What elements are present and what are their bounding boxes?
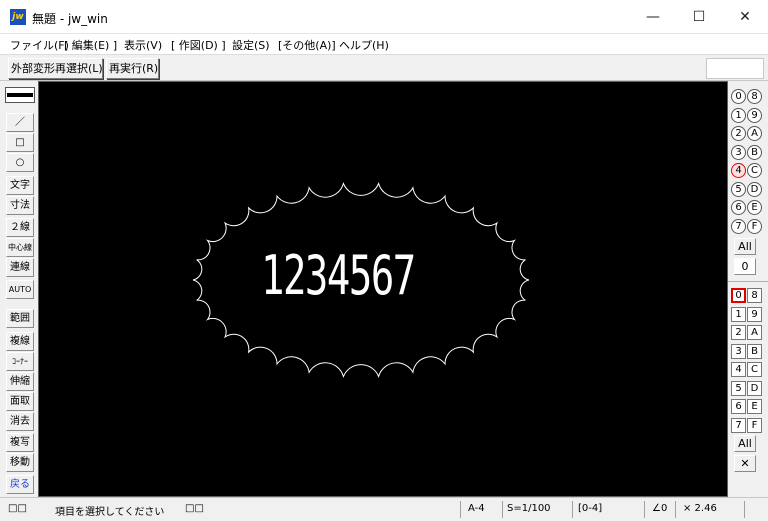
layer-group-button[interactable]: 4: [731, 163, 746, 178]
status-layer[interactable]: [0-4]: [578, 503, 602, 514]
tool-dimension[interactable]: 寸法: [6, 196, 34, 215]
panel-divider: [728, 281, 768, 282]
layer-button[interactable]: A: [747, 325, 762, 340]
layer-button[interactable]: E: [747, 399, 762, 414]
tool-range[interactable]: 範囲: [6, 309, 34, 328]
title-bar: jw 無題 - jw_win — ☐ ✕: [0, 0, 768, 34]
layer-button[interactable]: 5: [731, 380, 746, 396]
tool-chamfer[interactable]: 面取: [6, 392, 34, 411]
layer-button[interactable]: D: [747, 380, 762, 396]
status-paper-size[interactable]: A-4: [468, 503, 485, 514]
toolbar-input[interactable]: [706, 58, 764, 79]
tool-corner[interactable]: ｺｰﾅｰ: [6, 352, 34, 371]
layer-group-button[interactable]: A: [747, 126, 762, 141]
status-zoom[interactable]: × 2.46: [683, 503, 717, 514]
tool-erase[interactable]: 消去: [6, 412, 34, 431]
menu-view[interactable]: 表示(V): [124, 37, 162, 53]
layer-group-button[interactable]: 0: [731, 89, 746, 104]
maximize-button[interactable]: ☐: [676, 0, 722, 34]
layer-button[interactable]: F: [747, 417, 762, 433]
layer-group-all-button[interactable]: All: [734, 238, 756, 255]
status-separator: [460, 501, 461, 518]
tool-extend[interactable]: 伸縮: [6, 372, 34, 391]
tool-move[interactable]: 移動: [6, 453, 34, 472]
right-layer-panel: 08192A3B4C5D6E7F All 0 08192A3B4C5D6E7F …: [728, 81, 768, 497]
layer-button[interactable]: 3: [731, 343, 746, 359]
layer-group-button[interactable]: E: [747, 200, 762, 215]
layer-button[interactable]: 9: [747, 306, 762, 322]
tool-offset[interactable]: 複線: [6, 332, 34, 351]
jw-app-icon[interactable]: jw: [10, 9, 26, 25]
layer-button[interactable]: 1: [731, 306, 746, 322]
status-message: 項目を選択してください: [55, 507, 165, 518]
status-bar: □□ 項目を選択してください □□ A-4 S=1/100 [0-4] ∠0 ×…: [0, 497, 768, 521]
close-button[interactable]: ✕: [722, 0, 768, 34]
tool-auto[interactable]: AUTO: [6, 280, 34, 299]
tool-connect-line[interactable]: 連線: [6, 258, 34, 277]
cross-icon[interactable]: ✕: [734, 455, 756, 472]
drawing-canvas[interactable]: 1234567: [38, 81, 728, 497]
status-separator: [572, 501, 573, 518]
tool-copy[interactable]: 複写: [6, 433, 34, 452]
reselect-external-transform-button[interactable]: 外部変形再選択(L): [8, 58, 103, 79]
layer-button[interactable]: 2: [731, 325, 746, 340]
layer-group-button[interactable]: 7: [731, 218, 746, 234]
layer-group-button[interactable]: 9: [747, 107, 762, 123]
layer-button[interactable]: B: [747, 343, 762, 359]
menu-bar: ファイル(F) [ 編集(E) ] 表示(V) [ 作図(D) ] 設定(S) …: [0, 34, 768, 54]
menu-draw[interactable]: [ 作図(D) ]: [171, 37, 226, 53]
menu-other[interactable]: [その他(A)]: [278, 37, 336, 53]
status-mid-icon: □□: [185, 503, 204, 514]
layer-button[interactable]: C: [747, 362, 762, 377]
layer-group-button[interactable]: D: [747, 181, 762, 197]
menu-edit[interactable]: [ 編集(E) ]: [64, 37, 117, 53]
tool-double-line[interactable]: ２線: [6, 218, 34, 237]
menu-help[interactable]: ヘルプ(H): [339, 37, 389, 53]
layer-group-button[interactable]: 8: [747, 89, 762, 104]
layer-group-button[interactable]: F: [747, 218, 762, 234]
layer-button[interactable]: 4: [731, 362, 746, 377]
status-separator: [744, 501, 745, 518]
status-angle[interactable]: ∠0: [652, 503, 667, 514]
menu-settings[interactable]: 設定(S): [232, 37, 270, 53]
status-left-icon: □□: [8, 503, 27, 514]
layer-button[interactable]: 8: [747, 288, 762, 303]
tool-line[interactable]: ／: [6, 113, 34, 132]
rerun-button[interactable]: 再実行(R): [106, 58, 159, 79]
line-type-swatch[interactable]: [5, 87, 35, 103]
menu-file[interactable]: ファイル(F): [10, 37, 69, 53]
window-title: 無題 - jw_win: [32, 12, 108, 26]
status-separator: [502, 501, 503, 518]
tool-center-line[interactable]: 中心線: [6, 238, 34, 257]
canvas-text[interactable]: 1234567: [261, 246, 416, 306]
layer-button[interactable]: 6: [731, 399, 746, 414]
tool-undo[interactable]: 戻る: [6, 475, 34, 494]
left-tool-panel: ／ □ ○ 文字 寸法 ２線 中心線 連線 AUTO 範囲 複線 ｺｰﾅｰ 伸縮…: [0, 81, 38, 497]
tool-text[interactable]: 文字: [6, 176, 34, 195]
layer-group-button[interactable]: B: [747, 144, 762, 160]
status-separator: [675, 501, 676, 518]
status-separator: [644, 501, 645, 518]
layer-button[interactable]: 7: [731, 417, 746, 433]
layer-group-value[interactable]: 0: [734, 258, 756, 275]
layer-group-button[interactable]: 6: [731, 200, 746, 215]
layer-group-button[interactable]: C: [747, 163, 762, 178]
tool-rectangle[interactable]: □: [6, 133, 34, 152]
tool-circle[interactable]: ○: [6, 153, 34, 172]
layer-group-button[interactable]: 1: [731, 107, 746, 123]
layer-group-button[interactable]: 3: [731, 144, 746, 160]
status-scale[interactable]: S=1/100: [507, 503, 551, 514]
layer-button[interactable]: 0: [731, 288, 746, 303]
layer-group-button[interactable]: 2: [731, 126, 746, 141]
minimize-button[interactable]: —: [630, 0, 676, 34]
toolbar: 外部変形再選択(L) 再実行(R): [0, 54, 768, 81]
layer-group-button[interactable]: 5: [731, 181, 746, 197]
layer-all-button[interactable]: All: [734, 435, 756, 452]
